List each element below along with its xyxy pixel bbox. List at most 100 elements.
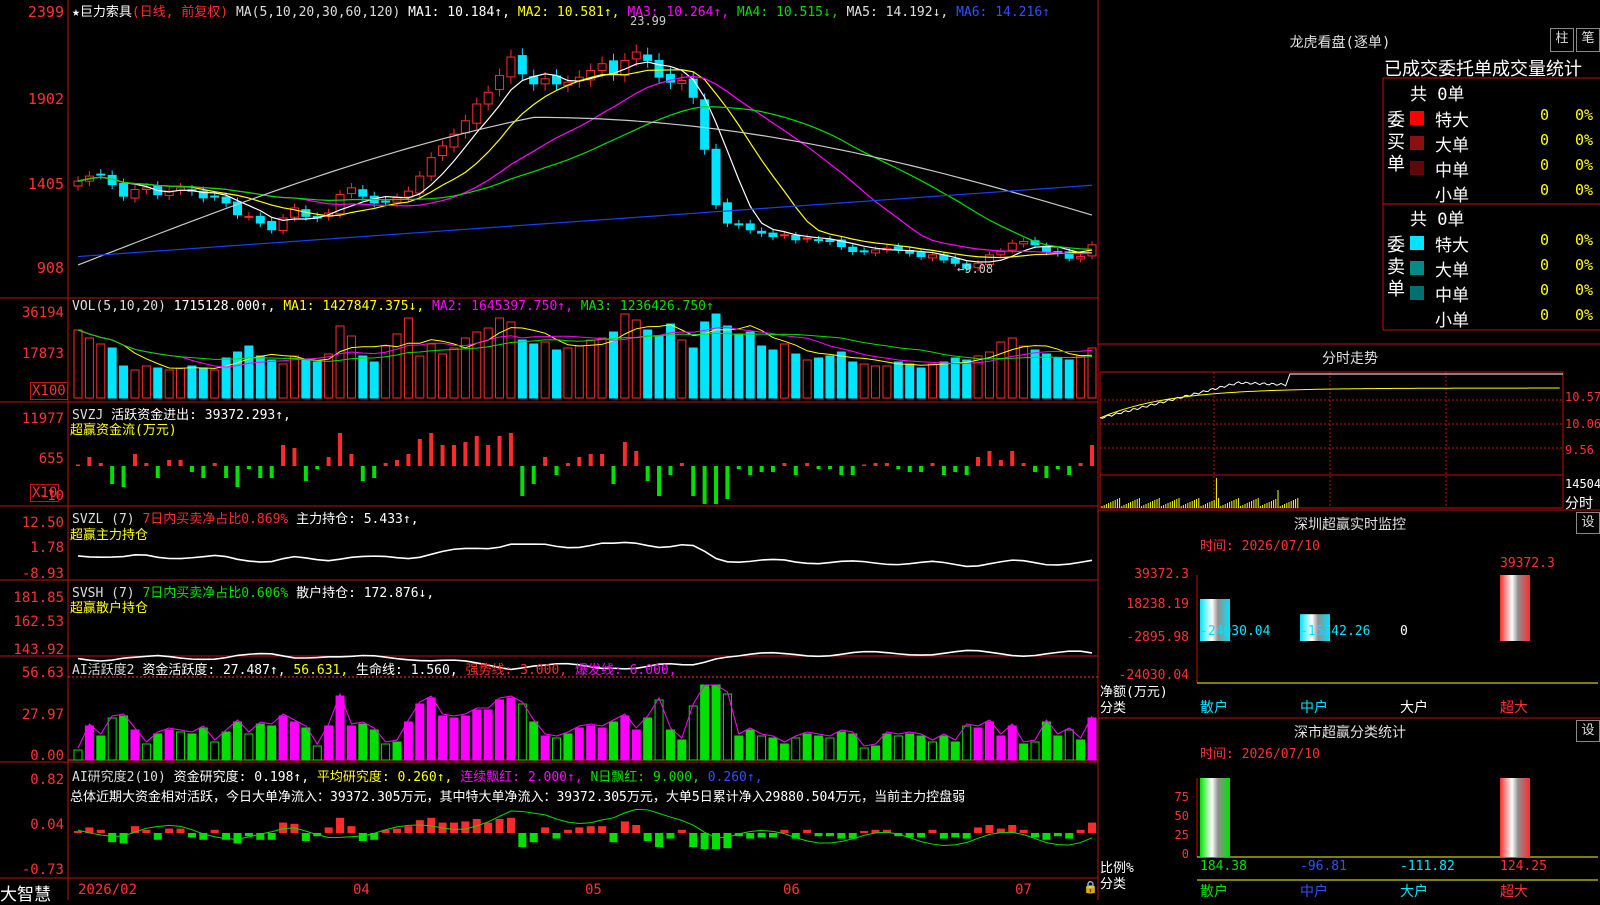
research-bar: [176, 828, 185, 833]
main-canvas[interactable]: [0, 0, 1600, 900]
research-bar: [655, 833, 664, 847]
flow-bar: [406, 454, 411, 466]
class-ytick-2: 25: [1174, 828, 1189, 842]
research-bar: [632, 825, 641, 833]
flow-bar: [417, 439, 422, 466]
volume-bar: [768, 349, 778, 399]
price-chart-area: [73, 44, 1097, 272]
research-bar: [712, 833, 721, 849]
chart-mode[interactable]: (日线, 前复权): [132, 5, 228, 20]
monitor-bar-label-2: 0: [1400, 624, 1408, 639]
bar-view-button[interactable]: 柱: [1550, 28, 1574, 52]
fund-flow-area: [76, 433, 1094, 504]
flow-bar: [1033, 466, 1038, 472]
svsh-ratio: 7日内买卖净占比0.606%: [142, 586, 289, 601]
ai-research-label: AI研究度2(10): [72, 770, 166, 785]
research-bar: [393, 828, 402, 833]
buy-total: 共 0单: [1410, 85, 1465, 105]
flow-bar: [543, 457, 548, 466]
sz-class-settings-button[interactable]: 设: [1576, 720, 1600, 742]
research-bar: [814, 833, 823, 837]
research-bar: [449, 822, 458, 833]
activity-bar: [734, 735, 744, 761]
volume-bar: [677, 339, 687, 399]
activity-bar: [586, 725, 596, 761]
volume-bar: [119, 365, 129, 399]
flow-bar: [896, 466, 901, 469]
volume-bar: [278, 363, 288, 399]
activity-bar: [255, 723, 265, 761]
volume-bar: [802, 359, 812, 399]
candle-body: [893, 246, 903, 251]
candle-body: [495, 74, 505, 91]
volume-bar: [654, 335, 664, 399]
class-bar-label-2: -111.82: [1400, 859, 1455, 874]
activity-bar: [449, 717, 459, 761]
ma5-value: MA5: 14.192↓,: [846, 5, 949, 20]
svzl-ratio: 7日内买卖净占比0.869%: [142, 512, 289, 527]
flow-bar: [1067, 466, 1072, 475]
tick-view-button[interactable]: 笔: [1576, 28, 1600, 52]
ma-line-10: [77, 69, 1093, 259]
volume-bar: [210, 369, 220, 399]
order-pct-buy-2: 0%: [1575, 156, 1594, 174]
research-bar: [1088, 822, 1096, 833]
y-tick-20: 0.82: [30, 772, 64, 788]
intraday-price-line: [1099, 373, 1563, 419]
order-pct-buy-1: 0%: [1575, 131, 1594, 149]
flow-bar: [372, 466, 377, 478]
flow-bar: [805, 463, 810, 466]
candle-body: [688, 78, 698, 98]
research-bar: [506, 817, 515, 833]
candle-body: [654, 59, 664, 78]
volume-bar: [107, 347, 117, 399]
flow-bar: [360, 466, 365, 481]
flow-bar: [930, 463, 935, 466]
flow-bar: [1078, 463, 1083, 466]
volume-bar: [814, 357, 824, 399]
activity-bar: [198, 727, 208, 761]
flow-bar: [258, 466, 263, 478]
volume-bar: [449, 347, 459, 399]
activity-bar: [836, 731, 846, 761]
vol-label: VOL(5,10,20): [72, 299, 166, 314]
candle-body: [255, 215, 265, 224]
flow-bar: [736, 466, 741, 469]
research-bar: [541, 827, 550, 833]
flow-bar: [269, 466, 274, 478]
order-swatch-sell-1: [1410, 261, 1424, 275]
activity-bar: [312, 745, 322, 761]
flow-bar: [463, 442, 468, 466]
stock-title[interactable]: ★巨力索具: [72, 5, 132, 20]
y-tick-2: 1405: [27, 175, 64, 193]
activity-bar: [848, 733, 858, 761]
y-tick-12: 1.78: [30, 540, 64, 556]
activity-bar: [597, 727, 607, 761]
volume-bar: [825, 355, 835, 399]
flow-bar: [782, 463, 787, 466]
intraday-vol-label: 14504: [1565, 477, 1600, 491]
svzl-holding: 主力持仓: 5.433↑,: [296, 512, 419, 527]
flow-bar: [941, 466, 946, 475]
activity-bar: [563, 733, 573, 761]
activity-bar: [426, 697, 436, 761]
volume-bar: [540, 341, 550, 399]
activity-bar: [950, 741, 960, 761]
candle-body: [381, 200, 391, 203]
research-bar: [666, 833, 675, 839]
activity-bar: [244, 733, 254, 761]
candle-body: [631, 51, 641, 60]
lock-icon[interactable]: 🔒: [1083, 880, 1098, 894]
class-bar-3: [1500, 778, 1530, 857]
research-bar: [518, 833, 527, 847]
research-bar: [586, 826, 595, 833]
activity-bar: [346, 725, 356, 761]
sz-monitor-settings-button[interactable]: 设: [1576, 512, 1600, 534]
research-bar: [723, 833, 732, 849]
research-bar: [768, 833, 777, 838]
research-bar: [780, 829, 789, 833]
volume-bar: [495, 317, 505, 399]
research-bar: [951, 833, 960, 838]
ai-active-val: 资金活跃度: 27.487↑,: [142, 663, 286, 678]
volume-bar: [187, 365, 197, 399]
